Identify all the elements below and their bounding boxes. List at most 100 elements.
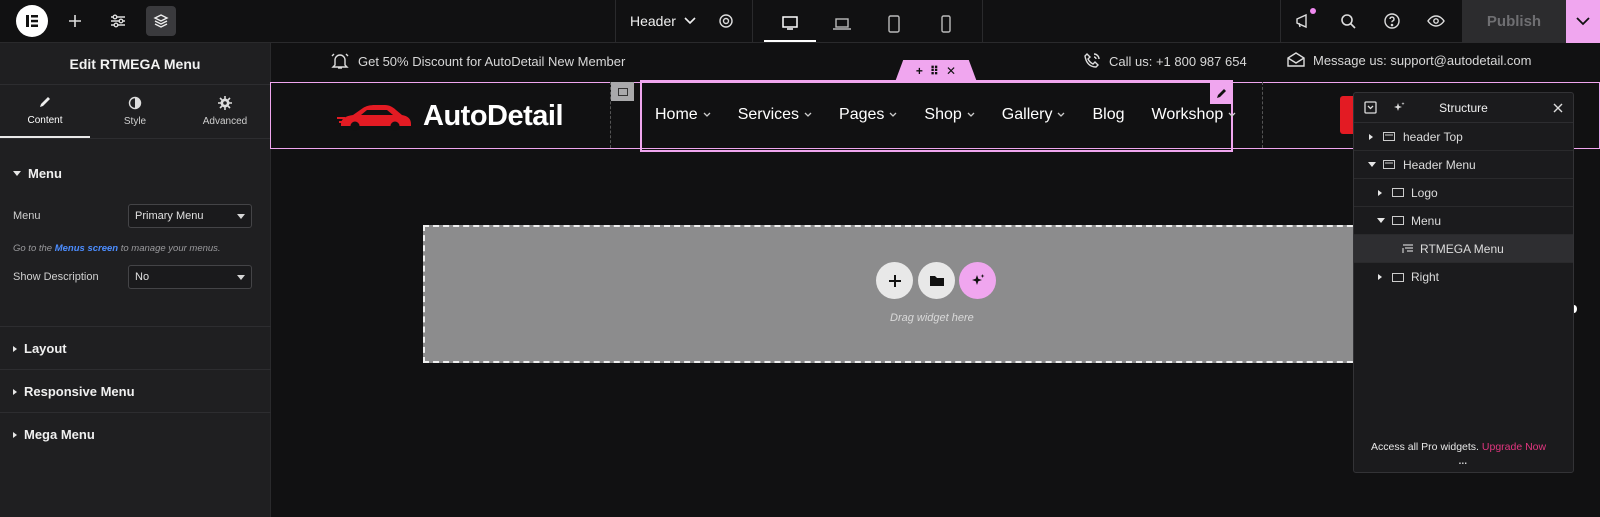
caret-down-icon[interactable]: [1377, 218, 1385, 223]
structure-item-label: header Top: [1403, 129, 1463, 144]
menu-item-home[interactable]: Home: [655, 106, 711, 124]
elementor-logo-icon[interactable]: [16, 5, 48, 37]
layout-section-header[interactable]: Layout: [0, 326, 271, 370]
section-handle[interactable]: + ⠿ ✕: [895, 60, 977, 82]
document-name-dropdown[interactable]: Header: [630, 13, 696, 29]
column-icon: [617, 87, 628, 96]
structure-title: Structure: [1439, 101, 1488, 115]
preview-eye-icon[interactable]: [1421, 6, 1451, 36]
panel-title: Edit RTMEGA Menu: [0, 43, 270, 85]
pencil-icon: [1217, 88, 1226, 98]
caret-right-icon: [13, 431, 17, 438]
structure-item-menu[interactable]: Menu: [1354, 207, 1573, 235]
column-divider: [1262, 82, 1263, 148]
responsive-menu-section-header[interactable]: Responsive Menu: [0, 369, 271, 413]
caret-down-icon[interactable]: [1368, 162, 1376, 167]
structure-panel: Structure header Top Header Menu Logo Me…: [1353, 92, 1574, 473]
hint-suffix: to manage your menus.: [120, 243, 221, 254]
structure-item-rtmega-menu[interactable]: RTMEGA Menu: [1354, 235, 1573, 263]
menus-screen-link[interactable]: Menus screen: [55, 243, 118, 254]
tab-content[interactable]: Content: [0, 85, 90, 138]
message-text: Message us: support@autodetail.com: [1313, 52, 1532, 68]
menu-hint: Go to the Menus screen to manage your me…: [13, 243, 221, 254]
desktop-icon[interactable]: [764, 6, 816, 42]
promo-bar: Get 50% Discount for AutoDetail New Memb…: [330, 52, 625, 70]
tab-advanced[interactable]: Advanced: [180, 85, 270, 138]
layers-icon[interactable]: [146, 6, 176, 36]
header-settings-gear-icon[interactable]: [711, 6, 741, 36]
menu-section-title: Menu: [28, 166, 62, 181]
caret-right-icon[interactable]: [1378, 189, 1382, 196]
column-icon: [1392, 216, 1404, 225]
add-icon[interactable]: [60, 6, 90, 36]
structure-item-label: RTMEGA Menu: [1420, 241, 1504, 256]
caret-right-icon[interactable]: [1378, 274, 1382, 280]
menu-widget-icon: [1402, 243, 1413, 253]
notification-dot: [1310, 8, 1316, 14]
structure-item-logo[interactable]: Logo: [1354, 179, 1573, 207]
menu-select[interactable]: Primary Menu: [128, 204, 252, 228]
chevron-down-icon: [1058, 112, 1065, 117]
site-logo[interactable]: AutoDetail: [337, 100, 564, 133]
add-widget-button[interactable]: [876, 262, 913, 299]
add-section-icon[interactable]: +: [916, 64, 923, 78]
show-description-select[interactable]: No: [128, 265, 252, 289]
menu-item-gallery[interactable]: Gallery: [1002, 106, 1066, 124]
caret-right-icon[interactable]: [1369, 133, 1373, 140]
folder-icon: [929, 276, 944, 286]
mobile-icon[interactable]: [920, 6, 972, 42]
structure-item-label: Menu: [1411, 213, 1442, 228]
menu-item-shop[interactable]: Shop: [924, 106, 975, 124]
menu-item-blog[interactable]: Blog: [1092, 106, 1124, 124]
drag-handle-icon[interactable]: ⠿: [930, 64, 939, 78]
mega-menu-section-header[interactable]: Mega Menu: [0, 412, 271, 456]
tab-content-label: Content: [27, 115, 63, 126]
resize-handle[interactable]: ...: [1458, 451, 1468, 467]
menu-item-workshop[interactable]: Workshop: [1152, 106, 1237, 124]
search-icon[interactable]: [1333, 6, 1363, 36]
car-logo-icon: [337, 104, 411, 130]
tab-advanced-label: Advanced: [202, 116, 248, 127]
chevron-down-icon: [967, 112, 975, 117]
show-description-value: No: [135, 271, 150, 283]
menu-section-header[interactable]: Menu: [0, 166, 75, 181]
structure-item-right[interactable]: Right: [1354, 263, 1573, 291]
pencil-icon: [40, 97, 50, 107]
publish-button[interactable]: Publish: [1462, 0, 1566, 43]
call-info: Call us: +1 800 987 654: [1083, 52, 1247, 70]
upgrade-now-link[interactable]: Upgrade Now: [1482, 441, 1546, 453]
plus-icon: [888, 274, 901, 287]
container-icon: [1383, 160, 1395, 169]
tablet-icon[interactable]: [868, 6, 920, 42]
tab-style[interactable]: Style: [90, 85, 180, 138]
menu-item-pages[interactable]: Pages: [839, 106, 897, 124]
edit-widget-button[interactable]: [1210, 82, 1233, 104]
phone-icon: [1084, 53, 1100, 68]
chevron-down-icon: [703, 112, 711, 117]
column-handle[interactable]: [611, 82, 634, 101]
close-icon[interactable]: [1553, 103, 1563, 113]
container-icon: [1383, 132, 1395, 141]
help-icon[interactable]: [1377, 6, 1407, 36]
promo-text: Get 50% Discount for AutoDetail New Memb…: [358, 53, 626, 69]
sparkle-icon: [971, 273, 984, 285]
editor-panel: Edit RTMEGA Menu Content Style Advanced …: [0, 43, 271, 517]
structure-item-header-top[interactable]: header Top: [1354, 123, 1573, 151]
add-template-button[interactable]: [918, 262, 955, 299]
publish-options-button[interactable]: [1566, 0, 1600, 43]
document-name: Header: [630, 13, 676, 29]
message-info: Message us: support@autodetail.com: [1287, 52, 1531, 68]
column-icon: [1392, 272, 1404, 282]
structure-header: Structure: [1354, 93, 1573, 123]
settings-sliders-icon[interactable]: [103, 6, 133, 36]
chevron-down-icon: [1576, 17, 1590, 26]
menu-item-services[interactable]: Services: [738, 106, 812, 124]
mega-menu-section-title: Mega Menu: [24, 427, 95, 442]
structure-item-header-menu[interactable]: Header Menu: [1354, 151, 1573, 179]
ai-generate-button[interactable]: [959, 262, 996, 299]
delete-section-icon[interactable]: ✕: [946, 64, 956, 78]
responsive-menu-section-title: Responsive Menu: [24, 384, 135, 399]
half-circle-icon: [128, 96, 142, 110]
nav-menu: Home Services Pages Shop Gallery Blog Wo…: [655, 106, 1236, 124]
laptop-icon[interactable]: [816, 6, 868, 42]
